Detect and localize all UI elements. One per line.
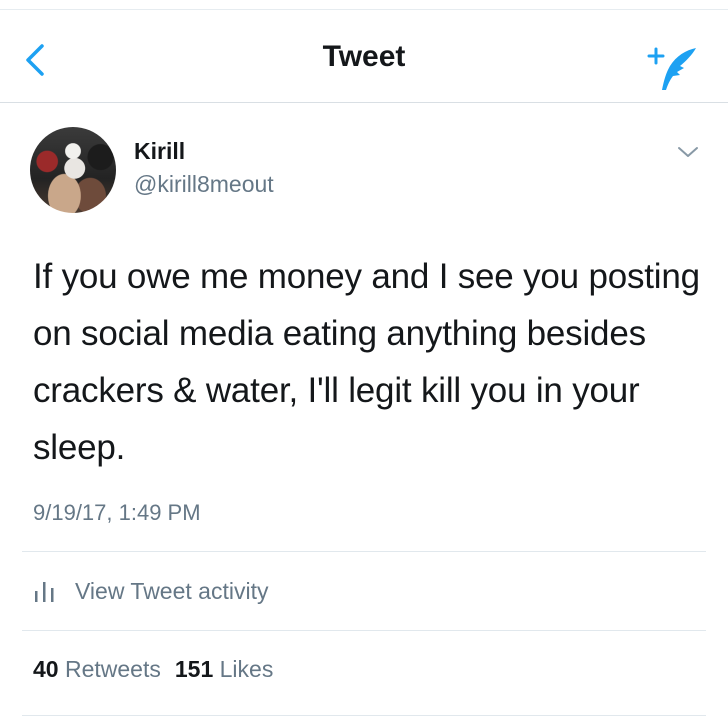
- bar-chart-icon: [35, 582, 54, 602]
- chevron-down-icon: [678, 147, 698, 157]
- avatar[interactable]: [30, 127, 116, 213]
- page-title: Tweet: [322, 40, 406, 73]
- compose-tweet-icon: [647, 47, 696, 90]
- view-tweet-activity-button[interactable]: View Tweet activity: [33, 574, 268, 608]
- tweet-timestamp: 9/19/17, 1:49 PM: [33, 500, 201, 525]
- navigation-bar: Tweet: [0, 10, 728, 102]
- divider: [22, 630, 706, 631]
- likes-count: 151: [174, 656, 214, 682]
- tweet-stats: 40 Retweets 151 Likes: [33, 656, 273, 683]
- divider: [22, 715, 706, 716]
- tweet-text: If you owe me money and I see you postin…: [33, 257, 700, 467]
- likes-label: Likes: [219, 656, 274, 682]
- more-options-button[interactable]: [676, 144, 700, 160]
- compose-tweet-button[interactable]: [646, 46, 702, 92]
- likes-link[interactable]: 151 Likes: [175, 656, 273, 682]
- retweets-count: 40: [33, 656, 59, 682]
- author-name[interactable]: Kirill: [134, 138, 185, 165]
- header-divider: [0, 102, 728, 103]
- retweets-link[interactable]: 40 Retweets: [33, 656, 161, 682]
- divider: [22, 551, 706, 552]
- view-tweet-activity-label: View Tweet activity: [75, 577, 269, 604]
- retweets-label: Retweets: [64, 656, 161, 682]
- author-handle[interactable]: @kirill8meout: [134, 171, 274, 198]
